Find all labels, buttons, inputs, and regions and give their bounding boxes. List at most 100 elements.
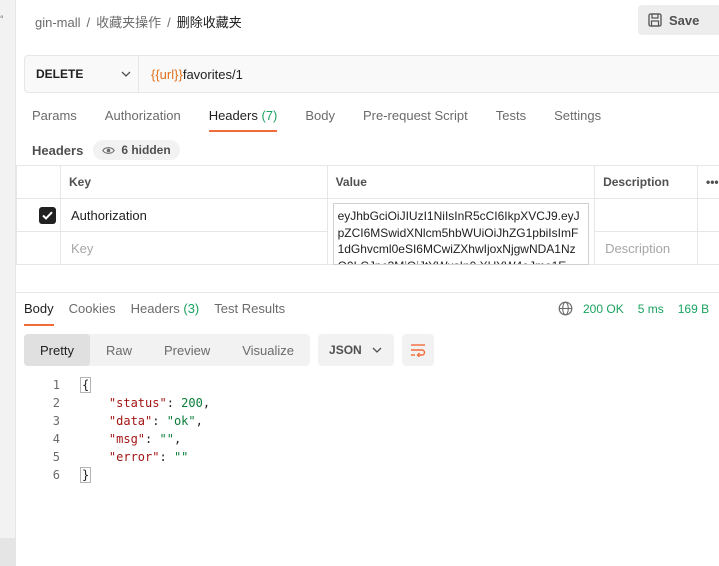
code-line: 4 "msg": "",	[24, 430, 210, 448]
response-meta: 200 OK 5 ms 169 B	[558, 301, 709, 316]
code-text: "status": 200,	[108, 396, 211, 410]
tab-response-body[interactable]: Body	[24, 301, 54, 326]
status-code[interactable]: 200 OK	[583, 302, 624, 316]
breadcrumb-separator: /	[86, 15, 91, 30]
tab-authorization[interactable]: Authorization	[105, 108, 181, 132]
response-size[interactable]: 169 B	[678, 302, 709, 316]
code-text: "data": "ok",	[108, 414, 203, 428]
tab-tests[interactable]: Tests	[496, 108, 526, 132]
table-header-row: Key Value Description •••	[16, 165, 719, 199]
tab-count: (3)	[183, 301, 200, 316]
save-icon	[648, 13, 662, 27]
tab-label: Settings	[554, 108, 602, 123]
header-value-editor[interactable]: eyJhbGciOiJIUzI1NiIsInR5cCI6IkpXVCJ9.eyJ…	[332, 203, 589, 265]
save-button[interactable]: Save	[638, 5, 719, 35]
url-input[interactable]: {{url}} favorites/1	[139, 56, 243, 92]
line-number: 6	[52, 468, 60, 482]
request-header: gin-mall / 收藏夹操作 / 删除收藏夹 Save	[16, 0, 719, 44]
row-checkbox-cell	[16, 198, 61, 232]
breadcrumb-folder[interactable]: 收藏夹操作	[96, 15, 161, 30]
tab-label: Body	[24, 301, 54, 316]
headers-toolbar: Headers 6 hidden	[32, 140, 180, 160]
line-number: 3	[52, 414, 60, 428]
column-key: Key	[59, 165, 328, 199]
tab-label: Authorization	[104, 108, 181, 123]
header-description-cell[interactable]	[594, 198, 698, 232]
hidden-headers-label: 6 hidden	[121, 143, 171, 157]
breadcrumb-request[interactable]: 删除收藏夹	[177, 15, 242, 30]
request-tabs: Params Authorization Headers (7) Body Pr…	[32, 108, 629, 132]
pane-divider[interactable]	[16, 292, 719, 293]
tab-label: Tests	[495, 108, 527, 123]
tab-label: Test Results	[214, 301, 286, 316]
table-row: Authorization eyJhbGciOiJIUzI1NiIsInR5cC…	[16, 198, 719, 265]
headers-table: Key Value Description ••• Authorization …	[16, 165, 719, 265]
tab-settings[interactable]: Settings	[554, 108, 601, 132]
column-description: Description	[594, 165, 698, 199]
row-actions-cell	[697, 198, 719, 232]
hidden-headers-toggle[interactable]: 6 hidden	[93, 140, 180, 160]
globe-icon[interactable]	[558, 301, 573, 316]
header-key-cell[interactable]: Authorization	[59, 198, 328, 232]
left-rail: °	[0, 0, 16, 566]
format-label: JSON	[329, 343, 362, 357]
tab-body[interactable]: Body	[305, 108, 335, 132]
view-pretty-button[interactable]: Pretty	[24, 334, 90, 366]
format-select[interactable]: JSON	[318, 334, 395, 366]
code-line: 1{	[24, 376, 210, 394]
json-status-value: 200	[181, 396, 203, 410]
column-value: Value	[326, 165, 596, 199]
tab-label: Pre-request Script	[362, 108, 468, 123]
tab-pre-request-script[interactable]: Pre-request Script	[363, 108, 468, 132]
tab-params[interactable]: Params	[32, 108, 77, 132]
code-text: "msg": "",	[108, 432, 182, 446]
tab-label: Headers	[208, 108, 258, 123]
code-text: "error": ""	[108, 450, 189, 464]
wrap-lines-icon	[411, 344, 426, 357]
chevron-down-icon	[372, 347, 382, 353]
eye-icon	[102, 146, 116, 154]
new-row-actions-cell	[697, 231, 719, 265]
chevron-down-icon	[121, 71, 131, 77]
response-time[interactable]: 5 ms	[638, 302, 664, 316]
response-body-viewer[interactable]: 1{ 2 "status": 200, 3 "data": "ok", 4 "m…	[24, 376, 210, 484]
view-raw-button[interactable]: Raw	[90, 334, 148, 366]
view-visualize-button[interactable]: Visualize	[226, 334, 310, 366]
line-number: 1	[52, 378, 60, 392]
rail-footer	[0, 538, 16, 566]
code-text: {	[80, 377, 92, 393]
code-line: 6}	[24, 466, 210, 484]
line-number: 5	[52, 450, 60, 464]
response-tabs: Body Cookies Headers (3) Test Results	[24, 301, 300, 326]
code-line: 3 "data": "ok",	[24, 412, 210, 430]
json-data-value: ok	[173, 414, 189, 428]
url-bar: DELETE {{url}} favorites/1	[24, 55, 719, 93]
breadcrumb-collection[interactable]: gin-mall	[35, 15, 81, 30]
method-select[interactable]: DELETE	[25, 56, 139, 92]
url-path: favorites/1	[182, 66, 243, 82]
tab-cookies[interactable]: Cookies	[69, 301, 116, 316]
tab-headers[interactable]: Headers (7)	[208, 108, 278, 132]
line-number: 4	[52, 432, 60, 446]
url-variable: {{url}}	[151, 66, 183, 82]
tab-label: Params	[32, 108, 77, 123]
new-description-input[interactable]: Description	[594, 231, 698, 265]
save-label: Save	[669, 12, 700, 28]
breadcrumb: gin-mall / 收藏夹操作 / 删除收藏夹	[35, 12, 242, 31]
wrap-lines-button[interactable]	[402, 334, 435, 366]
rail-indicator-icon: °	[0, 14, 4, 24]
view-mode-switch: Pretty Raw Preview Visualize	[24, 334, 311, 366]
tab-response-headers[interactable]: Headers (3)	[131, 301, 200, 316]
tab-test-results[interactable]: Test Results	[214, 301, 285, 316]
response-view-toolbar: Pretty Raw Preview Visualize JSON	[24, 334, 435, 366]
code-line: 2 "status": 200,	[24, 394, 210, 412]
view-preview-button[interactable]: Preview	[148, 334, 226, 366]
line-number: 2	[52, 396, 60, 410]
method-label: DELETE	[36, 67, 84, 81]
row-checkbox[interactable]	[39, 206, 56, 224]
column-checkbox	[16, 165, 61, 199]
tab-count: (7)	[261, 108, 278, 123]
new-row-checkbox-cell	[16, 231, 61, 265]
new-key-input[interactable]: Key	[59, 231, 328, 265]
more-options-icon[interactable]: •••	[697, 165, 719, 199]
